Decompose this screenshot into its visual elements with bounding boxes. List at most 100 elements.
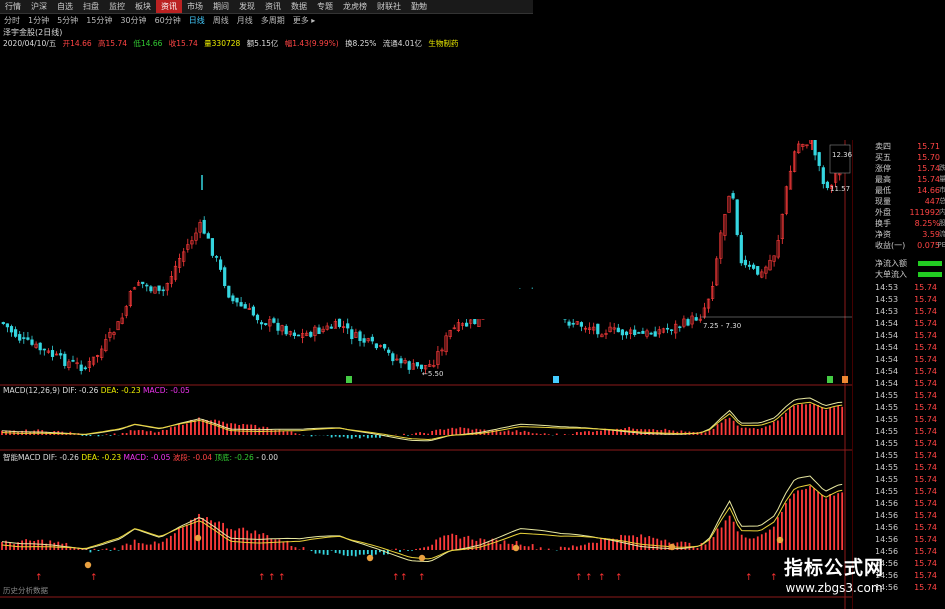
quote-row: 换手 8.25% 股: [853, 218, 945, 229]
tick-price: 15.74: [914, 475, 937, 484]
candle-body: [653, 331, 657, 337]
tick-price: 15.74: [914, 295, 937, 304]
candle-body: [231, 295, 235, 302]
period-tab[interactable]: 15分钟: [82, 15, 116, 26]
price-box-top: 12.36: [832, 151, 852, 159]
menu-item[interactable]: 龙虎榜: [338, 0, 372, 13]
quote-tag: 生物制药: [428, 39, 459, 48]
candle-body: [751, 264, 756, 269]
tick-price: 15.74: [914, 463, 937, 472]
quote-row-suffix: 市: [939, 186, 945, 194]
smart-macd-value: MACD: -0.05: [123, 453, 171, 462]
dif-line: [1, 475, 843, 563]
menu-item[interactable]: 资讯: [156, 0, 182, 13]
tick-time: 14:54: [875, 367, 899, 376]
flow-label: 净流入额: [875, 259, 907, 268]
period-tab[interactable]: 月线: [233, 15, 257, 26]
candle-body: [141, 281, 145, 284]
tick-price: 15.74: [914, 355, 937, 364]
tick-time: 14:53: [875, 307, 899, 316]
candle-body: [567, 321, 571, 326]
candle-body: [329, 326, 333, 329]
menu-item[interactable]: 专题: [312, 0, 338, 13]
quote-date: 2020/04/10/五: [3, 39, 57, 48]
tick-row: 14:55 15.74: [875, 402, 945, 413]
menu-item[interactable]: 市场: [182, 0, 208, 13]
menu-item[interactable]: 扫盘: [78, 0, 104, 13]
candle-body: [571, 322, 575, 325]
candle-body: [161, 289, 165, 292]
menu-item[interactable]: 沪深: [26, 0, 52, 13]
period-tab[interactable]: 多周期: [257, 15, 289, 26]
buy-arrow: ↑: [392, 573, 400, 583]
menu-item[interactable]: 行情: [0, 0, 26, 13]
tick-row: 14:56 15.74: [875, 498, 945, 509]
tick-row: 14:55 15.74: [875, 462, 945, 473]
period-tab[interactable]: 60分钟: [151, 15, 185, 26]
smart-macd-dea: DEA: -0.23: [81, 453, 122, 462]
menu-item[interactable]: 自选: [52, 0, 78, 13]
menu-item[interactable]: 发现: [234, 0, 260, 13]
buy-arrow: ↑: [575, 573, 583, 583]
tick-time: 14:55: [875, 427, 899, 436]
quote-row: 最低 14.66 市: [853, 185, 945, 196]
menu-item[interactable]: 板块: [130, 0, 156, 13]
tick-row: 14:55 15.74: [875, 438, 945, 449]
period-tab[interactable]: 5分钟: [53, 15, 82, 26]
menu-item[interactable]: 期间: [208, 0, 234, 13]
tick-row: 14:53 15.74: [875, 306, 945, 317]
smart-macd-label: 智能MACD DIF: -0.26 DEA: -0.23 MACD: -0.05…: [3, 452, 278, 463]
candle-body: [415, 362, 420, 367]
candle-body: [616, 327, 620, 333]
buy-arrow: ↑: [268, 573, 276, 583]
menu-item[interactable]: 监控: [104, 0, 130, 13]
quote-row-suffix: 跌: [939, 164, 945, 172]
candle-body: [149, 286, 153, 292]
menu-item[interactable]: 财联社: [372, 0, 406, 13]
menu-item[interactable]: 资讯: [260, 0, 286, 13]
period-tab[interactable]: 日线: [185, 15, 209, 26]
period-tab[interactable]: 分时: [0, 15, 24, 26]
quote-row-suffix: 流: [939, 230, 945, 238]
menu-item[interactable]: 勤勉: [406, 0, 432, 13]
tick-time: 14:56: [875, 499, 899, 508]
tick-price: 15.74: [914, 523, 937, 532]
tick-time: 14:55: [875, 415, 899, 424]
period-tab[interactable]: 周线: [209, 15, 233, 26]
candle-body: [210, 238, 215, 256]
menu-item[interactable]: 数据: [286, 0, 312, 13]
candle-body: [63, 353, 67, 366]
watermark: 指标公式网 www.zbgs3.com: [748, 549, 920, 607]
quote-row-label: 外盘: [875, 208, 891, 217]
tick-row: 14:54 15.74: [875, 366, 945, 377]
signal-marker: [842, 376, 848, 383]
quote-row-label: 最高: [875, 175, 891, 184]
quote-amount: 额5.15亿: [246, 39, 279, 48]
candle-body: [317, 327, 321, 335]
flow-row: 大单流入: [853, 269, 945, 280]
range-label: 7.25 - 7.30: [703, 322, 741, 330]
candle-body: [350, 329, 354, 340]
period-tab[interactable]: 30分钟: [116, 15, 150, 26]
smart-macd-extra3: - 0.00: [256, 453, 278, 462]
quote-row-label: 收益(一): [875, 241, 906, 250]
macd-name: MACD(12,26,9): [3, 386, 60, 395]
candle-body: [276, 322, 280, 331]
candle-body: [407, 361, 411, 370]
tick-price: 15.74: [914, 319, 937, 328]
candle-body: [669, 329, 674, 332]
candle-body: [219, 259, 223, 270]
candle-body: [649, 332, 653, 335]
quote-row: 净资 3.59 流: [853, 229, 945, 240]
candle-body: [362, 338, 366, 343]
quote-row: 买五 15.70: [853, 152, 945, 163]
candle-body: [83, 367, 87, 370]
tick-price: 15.74: [914, 307, 937, 316]
period-tab[interactable]: 更多 ▸: [289, 15, 320, 26]
candle-body: [358, 331, 362, 341]
candle-body: [79, 364, 83, 371]
tick-time: 14:56: [875, 511, 899, 520]
price-box: [829, 144, 851, 174]
candle-body: [272, 318, 276, 323]
period-tab[interactable]: 1分钟: [24, 15, 53, 26]
